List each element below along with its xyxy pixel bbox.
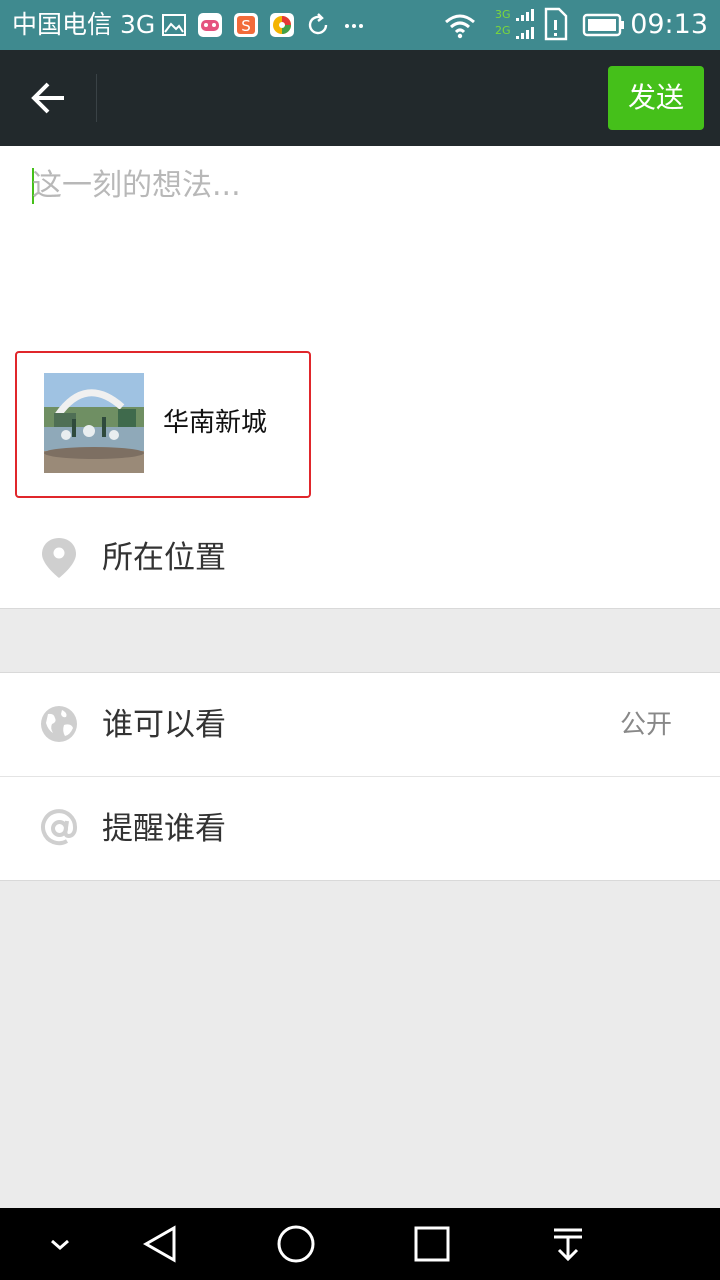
location-label[interactable]: 所在位置 [102, 536, 226, 580]
status-bar: 中国电信 3G S 3G 2G 09:13 [0, 0, 720, 50]
chevron-down-icon[interactable] [40, 1224, 80, 1264]
sim-icon [544, 7, 568, 41]
shared-title: 华南新城 [163, 408, 268, 438]
game-icon [198, 13, 222, 37]
signal-3g-2g-icon: 3G 2G [495, 8, 534, 39]
remind-who-row[interactable]: 提醒谁看 [0, 777, 720, 881]
sync-icon [308, 13, 328, 35]
home-circle-icon[interactable] [276, 1224, 316, 1264]
wifi-icon [445, 14, 475, 39]
title-divider [96, 74, 97, 122]
svg-text:2G: 2G [495, 24, 511, 37]
who-can-see-label: 谁可以看 [102, 707, 226, 743]
at-icon [41, 809, 78, 846]
recents-square-icon[interactable] [412, 1224, 452, 1264]
svg-text:S: S [241, 17, 251, 35]
arrow-left-icon[interactable] [20, 72, 76, 124]
shared-thumbnail [44, 373, 144, 473]
sogou-icon: S [234, 13, 258, 37]
svg-text:3G: 3G [495, 8, 511, 21]
back-triangle-icon[interactable] [140, 1224, 180, 1264]
carrier-label: 中国电信 3G [12, 10, 156, 39]
title-bar: 发送 [0, 50, 720, 146]
send-button[interactable]: 发送 [608, 66, 704, 130]
map-pin-icon[interactable] [40, 536, 78, 580]
globe-icon [41, 706, 77, 742]
image-icon [162, 14, 186, 36]
compose-area: 这一刻的想法... 华南新城 所在位置 [0, 146, 720, 609]
notification-pull-icon[interactable] [548, 1224, 588, 1264]
visibility-value: 公开 [619, 710, 672, 740]
shared-link-card[interactable]: 华南新城 [15, 351, 311, 498]
system-nav-bar [0, 1208, 720, 1280]
clock: 09:13 [630, 9, 708, 40]
thought-input[interactable]: 这一刻的想法... [32, 166, 241, 206]
remind-who-label: 提醒谁看 [102, 811, 226, 847]
browser-icon [270, 13, 294, 37]
battery-icon [582, 13, 624, 37]
who-can-see-row[interactable]: 谁可以看 公开 [0, 672, 720, 777]
more-icon [345, 24, 363, 28]
